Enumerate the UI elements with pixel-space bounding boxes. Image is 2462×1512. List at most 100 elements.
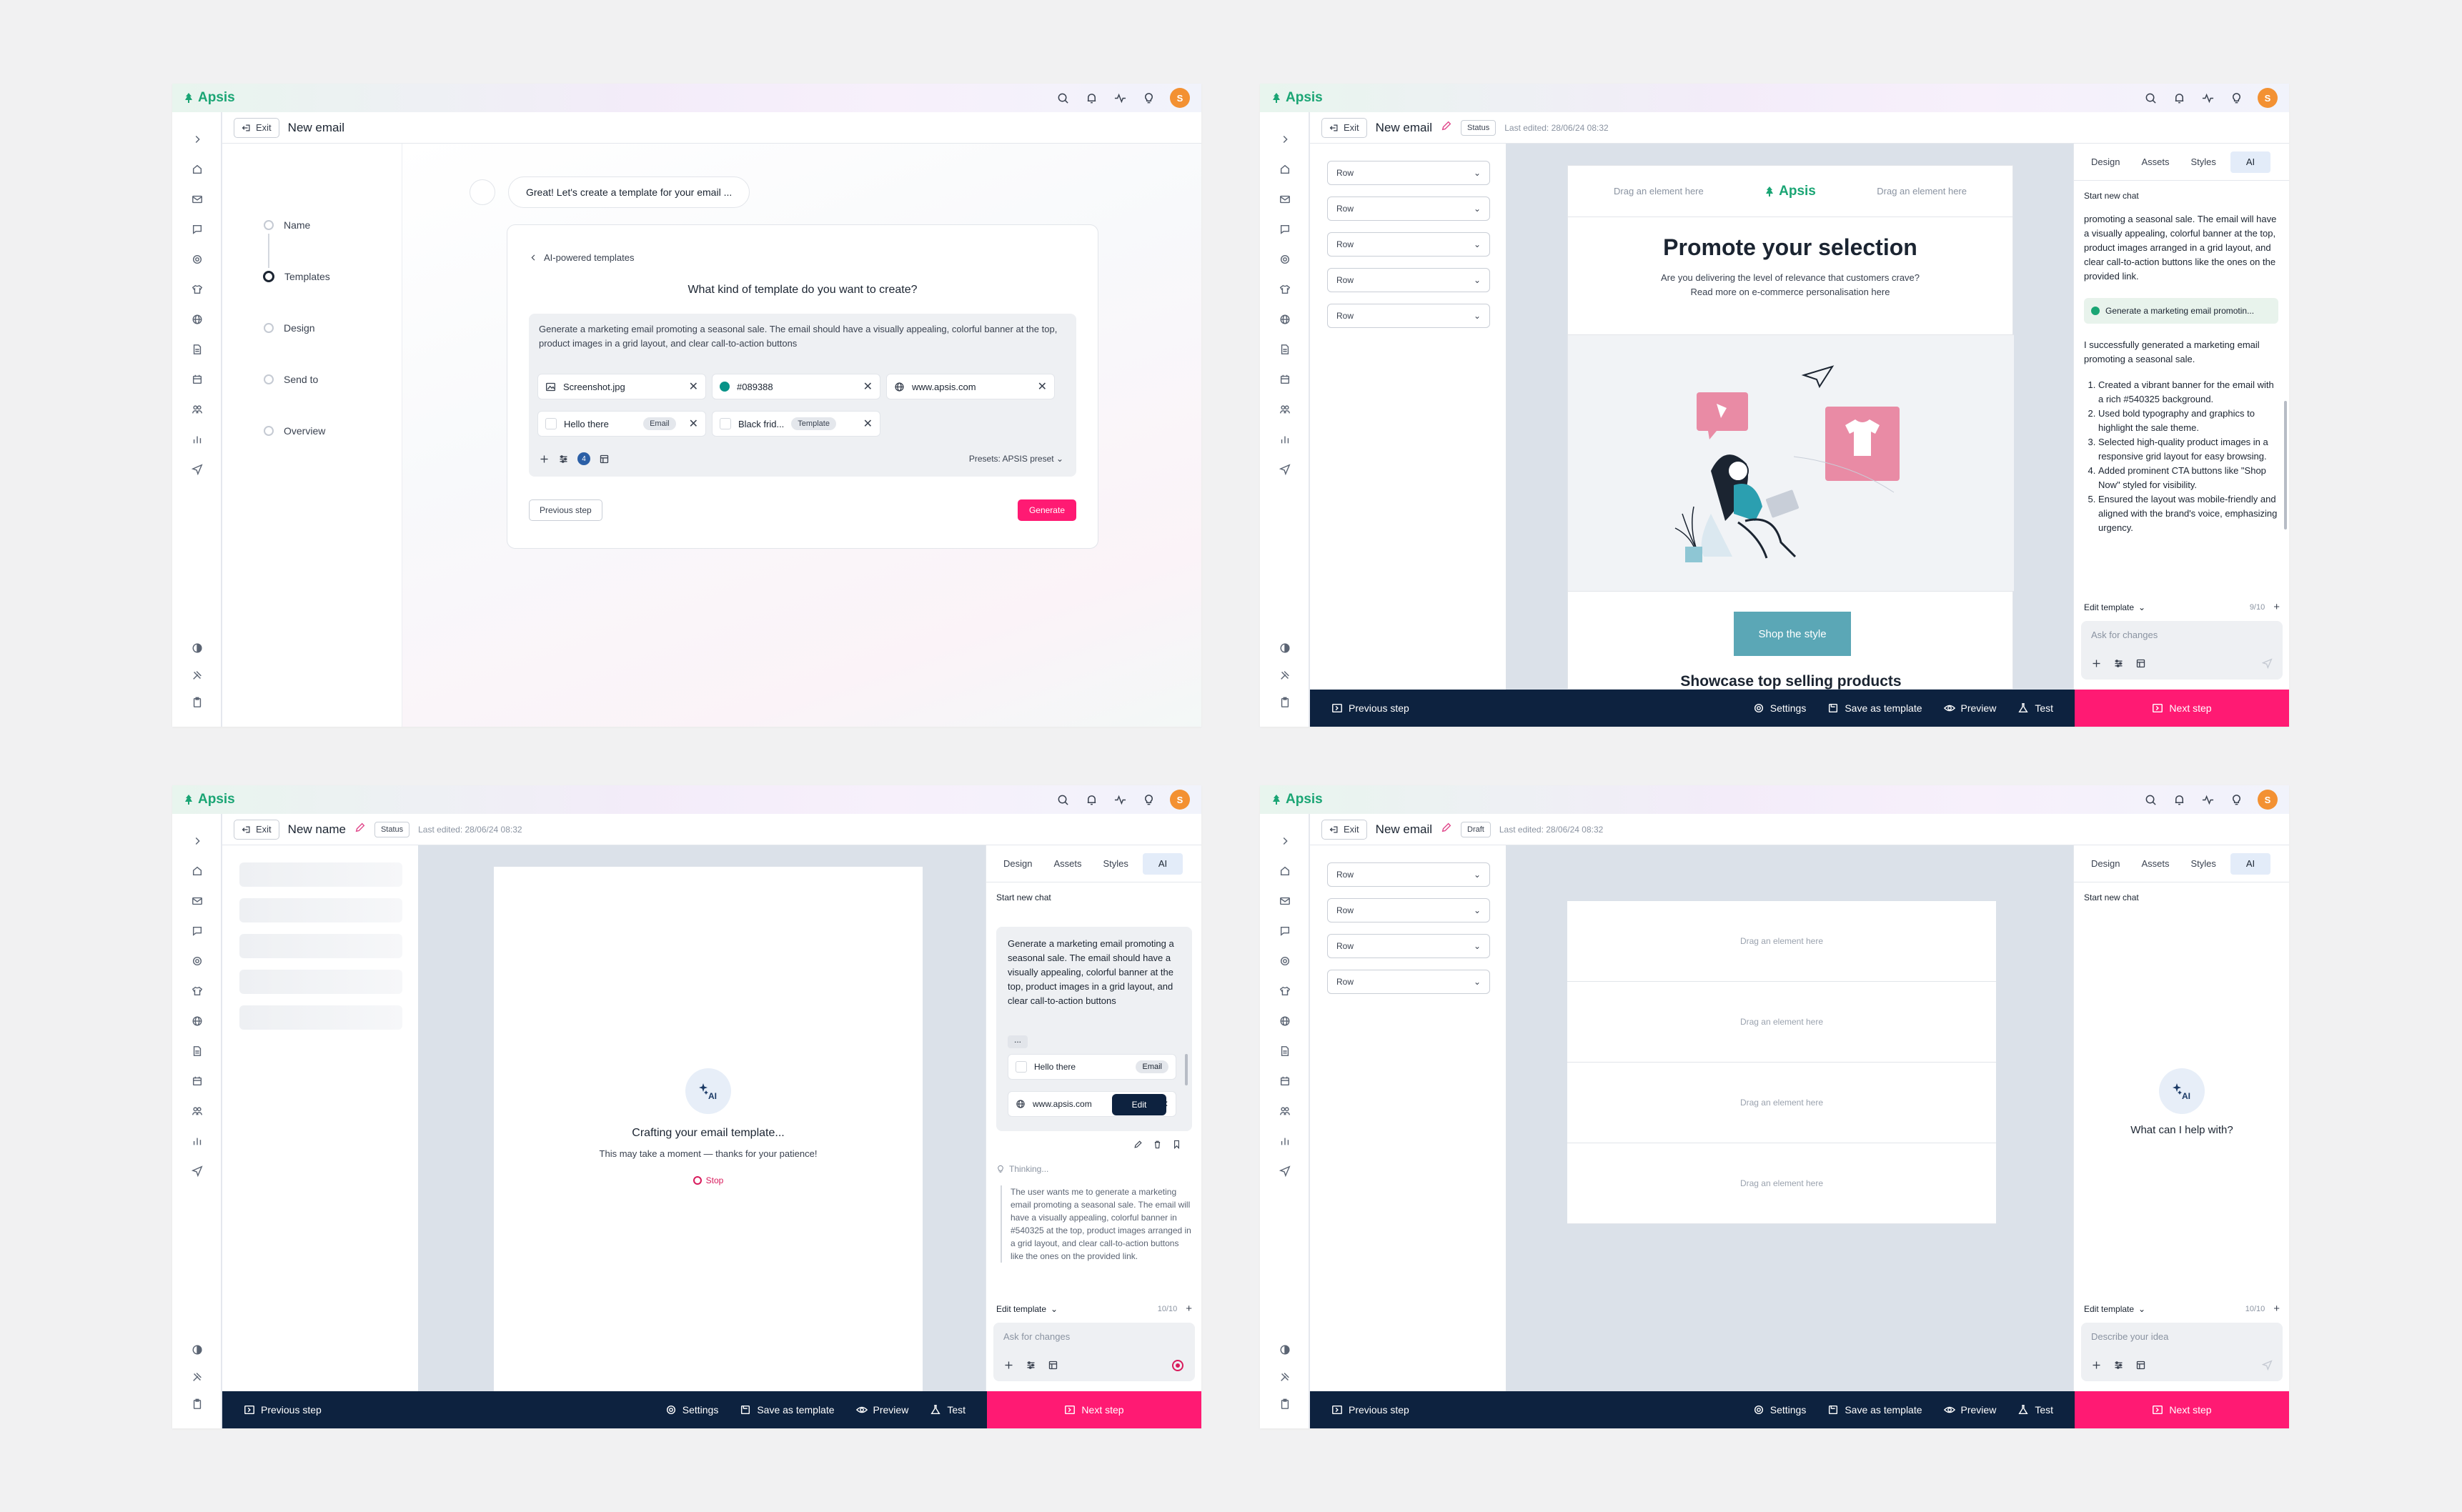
apsis-logo[interactable]: Apsis: [1271, 792, 1323, 807]
chip-hello-there[interactable]: Hello there Email ✕: [537, 411, 706, 437]
row-select[interactable]: Row ⌄: [1327, 934, 1490, 958]
bar-chart-icon[interactable]: [1278, 1134, 1292, 1148]
tab-design[interactable]: Design: [996, 853, 1039, 875]
avatar[interactable]: S: [2258, 88, 2278, 108]
mail-icon[interactable]: [1278, 192, 1292, 207]
next-step-button[interactable]: Next step: [2075, 690, 2289, 727]
chevron-right-icon[interactable]: [1278, 834, 1292, 848]
email-illustration[interactable]: [1568, 334, 2014, 592]
start-new-chat-link[interactable]: Start new chat: [996, 892, 1051, 902]
tab-styles[interactable]: Styles: [1096, 853, 1135, 875]
next-step-button[interactable]: Next step: [2075, 1391, 2289, 1428]
prompt-pill[interactable]: Generate a marketing email promotin...: [2084, 298, 2278, 324]
sliders-icon[interactable]: [2113, 658, 2124, 669]
chat-icon[interactable]: [190, 924, 204, 938]
apsis-logo[interactable]: Apsis: [184, 90, 235, 106]
chip-screenshot[interactable]: Screenshot.jpg ✕: [537, 374, 706, 399]
contrast-icon[interactable]: [190, 1343, 204, 1357]
edit-name-icon[interactable]: [354, 822, 366, 837]
step-send-to[interactable]: Send to: [264, 374, 318, 385]
lightbulb-icon[interactable]: [2229, 91, 2243, 105]
send-icon[interactable]: [190, 1164, 204, 1178]
ask-input[interactable]: Describe your idea: [2081, 1323, 2283, 1381]
row-select[interactable]: Row ⌄: [1327, 268, 1490, 292]
test-button[interactable]: Test: [2017, 702, 2053, 714]
settings-button[interactable]: Settings: [665, 1404, 718, 1416]
activity-icon[interactable]: [1113, 792, 1127, 807]
tab-design[interactable]: Design: [2084, 151, 2127, 173]
chat-icon[interactable]: [1278, 222, 1292, 237]
presets-dropdown[interactable]: Presets: APSIS preset ⌄: [969, 454, 1063, 464]
bell-icon[interactable]: [2172, 91, 2186, 105]
calendar-icon[interactable]: [1278, 372, 1292, 387]
bar-chart-icon[interactable]: [1278, 432, 1292, 447]
avatar[interactable]: S: [1170, 88, 1190, 108]
exit-button[interactable]: Exit: [234, 819, 279, 840]
plus-icon[interactable]: [539, 454, 550, 464]
row-select[interactable]: Row ⌄: [1327, 197, 1490, 221]
sliders-icon[interactable]: [558, 454, 569, 464]
chevron-right-icon[interactable]: [190, 834, 204, 848]
ask-placeholder[interactable]: Ask for changes: [1003, 1331, 1070, 1342]
document-icon[interactable]: [1278, 1044, 1292, 1058]
close-icon[interactable]: ✕: [1038, 379, 1047, 394]
lightbulb-icon[interactable]: [2229, 792, 2243, 807]
contrast-icon[interactable]: [190, 641, 204, 655]
generate-button[interactable]: Generate: [1017, 499, 1076, 521]
preview-button[interactable]: Preview: [856, 1404, 908, 1416]
row-select[interactable]: Row ⌄: [1327, 232, 1490, 257]
template-icon[interactable]: [2135, 1360, 2146, 1371]
stop-button[interactable]: Stop: [494, 1175, 923, 1185]
email-logo[interactable]: Apsis: [1764, 184, 1816, 199]
search-icon[interactable]: [2143, 91, 2158, 105]
send-icon[interactable]: [2262, 1360, 2273, 1374]
send-icon[interactable]: [1278, 1164, 1292, 1178]
send-icon[interactable]: [2262, 658, 2273, 672]
chip-hello-there[interactable]: Hello there Email: [1008, 1054, 1176, 1080]
template-icon[interactable]: [2135, 658, 2146, 669]
mail-icon[interactable]: [190, 894, 204, 908]
avatar[interactable]: S: [1170, 790, 1190, 810]
more-button[interactable]: ...: [1008, 1035, 1028, 1048]
exit-button[interactable]: Exit: [1321, 819, 1367, 840]
previous-step-button[interactable]: Previous step: [529, 499, 602, 521]
mail-icon[interactable]: [190, 192, 204, 207]
target-icon[interactable]: [1278, 954, 1292, 968]
test-button[interactable]: Test: [2017, 1404, 2053, 1416]
users-icon[interactable]: [1278, 402, 1292, 417]
edit-name-icon[interactable]: [1441, 120, 1452, 135]
status-badge[interactable]: Status: [1461, 119, 1496, 136]
sliders-icon[interactable]: [2113, 1360, 2124, 1371]
previous-step-button[interactable]: Previous step: [1331, 1404, 1409, 1416]
start-new-chat-link[interactable]: Start new chat: [2084, 191, 2139, 201]
chip-black-friday[interactable]: Black frid... Template ✕: [712, 411, 880, 437]
target-icon[interactable]: [1278, 252, 1292, 267]
chat-icon[interactable]: [1278, 924, 1292, 938]
ai-templates-back-link[interactable]: AI-powered templates: [529, 252, 634, 263]
template-icon[interactable]: [599, 454, 610, 464]
target-icon[interactable]: [190, 252, 204, 267]
template-icon[interactable]: [1048, 1360, 1058, 1371]
tab-assets[interactable]: Assets: [2134, 151, 2176, 173]
globe-icon[interactable]: [1278, 312, 1292, 327]
shop-the-style-button[interactable]: Shop the style: [1734, 612, 1851, 656]
document-icon[interactable]: [190, 1044, 204, 1058]
row-select[interactable]: Row ⌄: [1327, 898, 1490, 922]
row-select[interactable]: Row ⌄: [1327, 970, 1490, 994]
row-select[interactable]: Row ⌄: [1327, 304, 1490, 328]
tab-ai[interactable]: AI: [2230, 151, 2271, 173]
preview-button[interactable]: Preview: [1944, 1404, 1996, 1416]
step-overview[interactable]: Overview: [264, 425, 325, 437]
tab-ai[interactable]: AI: [2230, 852, 2271, 875]
document-icon[interactable]: [190, 342, 204, 357]
send-icon[interactable]: [1278, 462, 1292, 477]
drop-zone[interactable]: Drag an element here: [1614, 186, 1704, 197]
test-button[interactable]: Test: [930, 1404, 966, 1416]
chevron-down-icon[interactable]: ⌄: [2138, 1304, 2145, 1314]
chip-scrollbar[interactable]: [1185, 1054, 1188, 1085]
tab-assets[interactable]: Assets: [1046, 853, 1088, 875]
shirt-icon[interactable]: [190, 282, 204, 297]
row-select[interactable]: Row ⌄: [1327, 161, 1490, 185]
shirt-icon[interactable]: [1278, 984, 1292, 998]
drop-zone[interactable]: Drag an element here: [1567, 901, 1996, 982]
